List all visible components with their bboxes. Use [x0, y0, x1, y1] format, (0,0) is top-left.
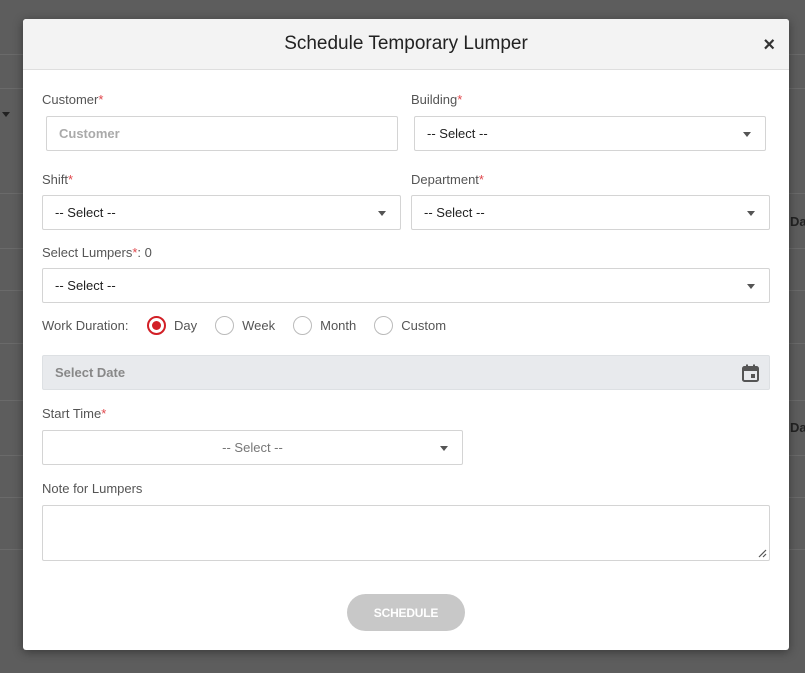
background-column-fragment: Dat: [790, 420, 805, 435]
chevron-down-icon: [747, 211, 755, 216]
radio-day[interactable]: Day: [147, 316, 197, 335]
calendar-icon[interactable]: [742, 364, 759, 382]
start-time-label: Start Time*: [42, 406, 107, 421]
background-column-fragment: Dat: [790, 214, 805, 229]
radio-week[interactable]: Week: [215, 316, 275, 335]
schedule-button[interactable]: SCHEDULE: [347, 594, 465, 631]
department-label: Department*: [411, 172, 484, 187]
note-label: Note for Lumpers: [42, 481, 143, 496]
chevron-down-icon: [378, 211, 386, 216]
chevron-down-icon: [743, 132, 751, 137]
radio-unchecked-icon: [374, 316, 394, 335]
close-icon[interactable]: ×: [763, 35, 775, 55]
customer-input[interactable]: [59, 126, 397, 141]
resize-handle-icon[interactable]: [758, 549, 767, 558]
radio-checked-icon: [147, 316, 166, 335]
radio-unchecked-icon: [215, 316, 235, 335]
modal-header: Schedule Temporary Lumper ×: [23, 19, 789, 70]
start-time-select[interactable]: -- Select --: [42, 430, 463, 465]
radio-unchecked-icon: [293, 316, 313, 335]
modal-title: Schedule Temporary Lumper: [284, 33, 528, 54]
radio-custom[interactable]: Custom: [374, 316, 446, 335]
customer-label: Customer*: [42, 92, 104, 107]
radio-month[interactable]: Month: [293, 316, 356, 335]
department-select[interactable]: -- Select --: [411, 195, 770, 230]
customer-input-wrapper: [46, 116, 398, 151]
lumpers-label: Select Lumpers*: 0: [42, 245, 152, 260]
lumpers-count: : 0: [137, 245, 152, 260]
shift-label: Shift*: [42, 172, 74, 187]
work-duration-label: Work Duration:: [42, 318, 129, 333]
building-label: Building*: [411, 92, 463, 107]
note-textarea[interactable]: [42, 505, 770, 561]
work-duration-radio-group: Day Week Month Custom: [147, 316, 464, 335]
chevron-down-icon: [747, 284, 755, 289]
building-select[interactable]: -- Select --: [414, 116, 766, 151]
background-caret-icon: [2, 112, 10, 117]
chevron-down-icon: [440, 446, 448, 451]
lumpers-select[interactable]: -- Select --: [42, 268, 770, 303]
schedule-lumper-modal: Schedule Temporary Lumper × Customer* Bu…: [23, 19, 789, 650]
shift-select[interactable]: -- Select --: [42, 195, 401, 230]
date-input[interactable]: Select Date: [42, 355, 770, 390]
